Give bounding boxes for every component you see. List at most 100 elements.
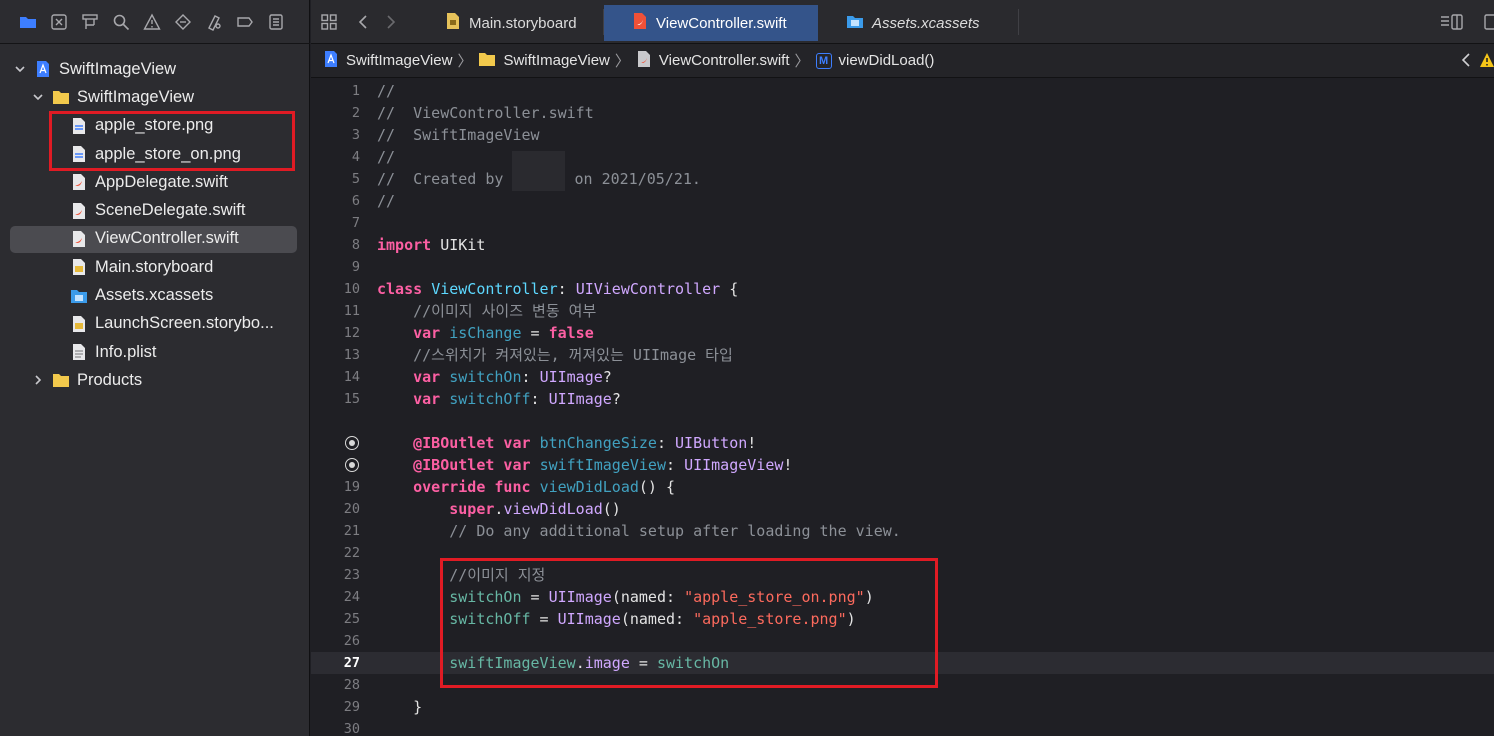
code-text: @IBOutlet var swiftImageView: UIImageVie… xyxy=(377,454,792,476)
code-line[interactable]: 4 // xyxy=(311,146,1494,168)
test-icon[interactable] xyxy=(173,12,193,32)
code-token: UIImage xyxy=(539,368,603,386)
folder-icon[interactable] xyxy=(18,12,38,32)
code-token: : xyxy=(521,368,540,386)
code-line[interactable]: 9 xyxy=(311,256,1494,278)
line-number: 30 xyxy=(343,721,360,736)
outlet-connection-icon[interactable] xyxy=(345,458,359,472)
breadcrumb-project[interactable]: SwiftImageView xyxy=(323,50,452,72)
code-token: () { xyxy=(638,478,676,496)
code-line[interactable]: 29 } xyxy=(311,696,1494,718)
breakpoint-icon[interactable] xyxy=(235,12,255,32)
tree-item-scenedelegate[interactable]: SceneDelegate.swift xyxy=(0,196,310,224)
code-line[interactable]: 14 var switchOn: UIImage? xyxy=(311,366,1494,388)
code-line[interactable]: 15 var switchOff: UIImage? xyxy=(311,388,1494,410)
chevron-down-icon[interactable] xyxy=(14,63,26,75)
code-token: switchOff xyxy=(449,390,531,408)
grid-icon[interactable] xyxy=(319,12,339,32)
code-line[interactable]: 6 // xyxy=(311,190,1494,212)
tab-viewcontroller-swift[interactable]: ViewController.swift xyxy=(604,5,818,41)
tree-item-launchscreen[interactable]: LaunchScreen.storybo... xyxy=(0,310,310,338)
code-token: var xyxy=(413,368,441,386)
chevron-left-icon[interactable] xyxy=(1461,52,1471,72)
code-text: // xyxy=(377,146,395,168)
line-number: 10 xyxy=(343,281,360,297)
tree-item-info-plist[interactable]: Info.plist xyxy=(0,338,310,366)
folder-icon xyxy=(478,51,496,71)
report-icon[interactable] xyxy=(266,12,286,32)
split-editor-icon[interactable] xyxy=(1483,12,1494,32)
code-line[interactable] xyxy=(311,410,1494,432)
tree-item-products[interactable]: Products xyxy=(0,366,310,394)
search-icon[interactable] xyxy=(111,12,131,32)
code-line[interactable]: 21 // Do any additional setup after load… xyxy=(311,520,1494,542)
editor-options-icon[interactable] xyxy=(1439,12,1465,32)
hierarchy-icon[interactable] xyxy=(80,12,100,32)
code-line[interactable]: 19 override func viewDidLoad() { xyxy=(311,476,1494,498)
tree-item-viewcontroller[interactable]: ViewController.swift xyxy=(0,225,310,254)
tree-item-group[interactable]: SwiftImageView xyxy=(0,83,310,111)
warning-icon[interactable] xyxy=(142,12,162,32)
tree-item-label: LaunchScreen.storybo... xyxy=(95,314,274,333)
tree-item-project[interactable]: SwiftImageView xyxy=(0,55,310,83)
code-line[interactable]: 11 //이미지 사이즈 변동 여부 xyxy=(311,300,1494,322)
debug-icon[interactable] xyxy=(204,12,224,32)
code-line[interactable]: 10 class ViewController: UIViewController… xyxy=(311,278,1494,300)
line-number: 5 xyxy=(351,171,360,187)
code-text: @IBOutlet var btnChangeSize: UIButton! xyxy=(377,432,756,454)
code-line[interactable]: @IBOutlet var swiftImageView: UIImageVie… xyxy=(311,454,1494,476)
tab-label: Assets.xcassets xyxy=(872,14,980,32)
back-icon[interactable] xyxy=(353,12,373,32)
breadcrumb-group[interactable]: SwiftImageView xyxy=(478,51,610,71)
breadcrumb-file[interactable]: ViewController.swift xyxy=(636,50,790,72)
code-token: : xyxy=(656,434,676,452)
swift-file-icon xyxy=(632,12,648,34)
tree-item-main-storyboard[interactable]: Main.storyboard xyxy=(0,253,310,281)
breadcrumb-method[interactable]: M viewDidLoad() xyxy=(815,52,934,69)
line-number: 3 xyxy=(351,127,360,143)
tab-label: ViewController.swift xyxy=(656,14,787,32)
code-text: // ViewController.swift xyxy=(377,102,594,124)
chevron-right-icon[interactable] xyxy=(32,374,44,386)
tree-item-appdelegate[interactable]: AppDelegate.swift xyxy=(0,168,310,196)
code-line[interactable]: 2 // ViewController.swift xyxy=(311,102,1494,124)
tab-assets-xcassets[interactable]: Assets.xcassets xyxy=(818,5,1018,41)
swift-file-icon xyxy=(636,50,652,72)
code-text: } xyxy=(377,696,422,718)
chevron-down-icon[interactable] xyxy=(32,91,44,103)
storyboard-icon xyxy=(70,315,88,333)
code-line[interactable]: 7 xyxy=(311,212,1494,234)
code-token: UIImage xyxy=(548,390,612,408)
source-control-icon[interactable] xyxy=(49,12,69,32)
code-line[interactable]: 30 xyxy=(311,718,1494,736)
code-line[interactable]: @IBOutlet var btnChangeSize: UIButton! xyxy=(311,432,1494,454)
code-line[interactable]: 12 var isChange = false xyxy=(311,322,1494,344)
tree-item-assets[interactable]: Assets.xcassets xyxy=(0,281,310,309)
navigator-toolbar xyxy=(0,0,310,44)
plist-icon xyxy=(70,343,88,361)
code-line[interactable]: 1 // xyxy=(311,80,1494,102)
line-number: 4 xyxy=(351,149,360,165)
code-token: ! xyxy=(783,456,793,474)
code-line[interactable]: 13 //스위치가 켜져있는, 꺼져있는 UIImage 타입 xyxy=(311,344,1494,366)
code-token: var xyxy=(413,390,441,408)
tree-item-label: SceneDelegate.swift xyxy=(95,201,246,220)
code-line[interactable]: 20 super.viewDidLoad() xyxy=(311,498,1494,520)
code-token: switchOn xyxy=(449,368,522,386)
method-icon: M xyxy=(815,52,832,69)
outlet-connection-icon[interactable] xyxy=(345,436,359,450)
code-line[interactable]: 3 // SwiftImageView xyxy=(311,124,1494,146)
warning-icon[interactable] xyxy=(1479,52,1494,72)
code-token: btnChangeSize xyxy=(539,434,657,452)
code-line[interactable]: 8 import UIKit xyxy=(311,234,1494,256)
forward-icon[interactable] xyxy=(381,12,401,32)
code-line[interactable]: 5 // Created by on 2021/05/21. xyxy=(311,150,1494,191)
tab-main-storyboard[interactable]: Main.storyboard xyxy=(443,5,603,41)
line-number: 6 xyxy=(351,193,360,209)
code-token: // xyxy=(377,148,396,166)
